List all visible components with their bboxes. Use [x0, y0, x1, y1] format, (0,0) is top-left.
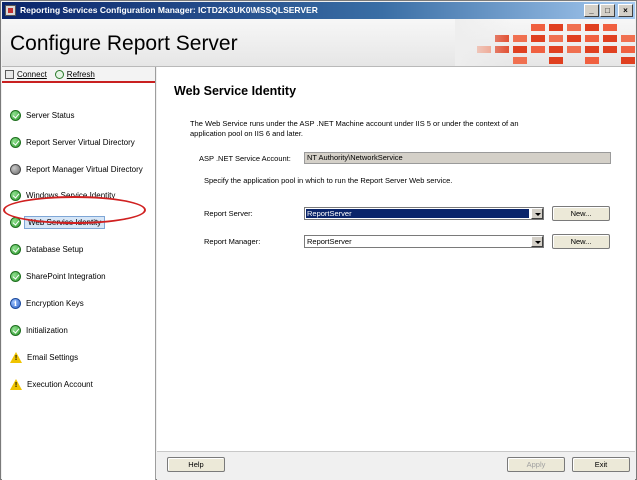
sidebar-item-label: Initialization [26, 325, 68, 335]
sidebar-item-label: SharePoint Integration [26, 271, 106, 281]
sidebar-item-label: Report Server Virtual Directory [26, 137, 135, 147]
footer-bar: Help Apply Exit [157, 451, 635, 480]
connect-icon [5, 69, 14, 79]
chevron-down-icon[interactable] [531, 208, 543, 219]
window-title: Reporting Services Configuration Manager… [20, 5, 318, 15]
highlight-annotation [3, 196, 146, 224]
refresh-icon [54, 69, 64, 79]
status-ok-icon [10, 270, 21, 282]
banner-graphic [455, 19, 635, 66]
status-info-icon [10, 297, 21, 309]
help-button[interactable]: Help [167, 457, 225, 472]
status-ok-icon [10, 324, 21, 336]
sidebar-item-report-server-virtual-directory[interactable]: Report Server Virtual Directory [10, 134, 135, 150]
window-controls: _ □ × [584, 4, 633, 17]
report-server-label: Report Server: [204, 209, 253, 218]
sidebar-item-database-setup[interactable]: Database Setup [10, 241, 83, 257]
connect-label: Connect [17, 69, 47, 79]
report-manager-dropdown[interactable]: ReportServer [304, 235, 544, 248]
sidebar-item-encryption-keys[interactable]: Encryption Keys [10, 295, 84, 311]
minimize-button[interactable]: _ [584, 4, 599, 17]
status-warning-icon [10, 378, 22, 390]
report-manager-label: Report Manager: [204, 237, 261, 246]
sidebar-item-report-manager-virtual-directory[interactable]: Report Manager Virtual Directory [10, 161, 143, 177]
status-not-configured-icon [10, 163, 21, 175]
report-server-value: ReportServer [306, 209, 529, 218]
status-ok-icon [10, 136, 21, 148]
sidebar-item-sharepoint-integration[interactable]: SharePoint Integration [10, 268, 106, 284]
sidebar-item-initialization[interactable]: Initialization [10, 322, 68, 338]
sidebar-item-label: Server Status [26, 110, 75, 120]
connect-button[interactable]: Connect [5, 69, 47, 79]
maximize-button[interactable]: □ [600, 4, 615, 17]
sidebar-item-label: Encryption Keys [26, 298, 84, 308]
report-manager-value: ReportServer [307, 237, 352, 246]
status-ok-icon [10, 109, 21, 121]
apply-button[interactable]: Apply [507, 457, 565, 472]
pool-prompt: Specify the application pool in which to… [204, 176, 453, 185]
page-heading: Web Service Identity [174, 84, 297, 98]
sidebar-toolbar: Connect Refresh [2, 67, 155, 83]
status-warning-icon [10, 351, 22, 363]
sidebar-item-label: Database Setup [26, 244, 84, 254]
sidebar-item-label: Report Manager Virtual Directory [26, 164, 143, 174]
main-panel: Web Service Identity The Web Service run… [157, 67, 635, 451]
sidebar-item-email-settings[interactable]: Email Settings [10, 349, 78, 365]
close-button[interactable]: × [618, 4, 633, 17]
sidebar-item-label: Execution Account [27, 379, 93, 389]
page-title: Configure Report Server [10, 32, 238, 55]
exit-button[interactable]: Exit [572, 457, 630, 472]
service-account-field: NT Authority\NetworkService [304, 152, 611, 164]
app-window: Reporting Services Configuration Manager… [0, 0, 637, 480]
refresh-button[interactable]: Refresh [54, 69, 95, 79]
report-server-new-button[interactable]: New... [552, 206, 610, 221]
report-server-dropdown[interactable]: ReportServer [304, 207, 544, 220]
chevron-down-icon[interactable] [531, 236, 543, 247]
sidebar-item-execution-account[interactable]: Execution Account [10, 376, 93, 392]
report-manager-new-button[interactable]: New... [552, 234, 610, 249]
status-ok-icon [10, 243, 21, 255]
description-text: The Web Service runs under the ASP .NET … [190, 119, 519, 138]
header-banner: Configure Report Server [2, 19, 635, 67]
sidebar-item-label: Email Settings [27, 352, 79, 362]
sidebar-item-server-status[interactable]: Server Status [10, 107, 74, 123]
status-ok-icon [10, 189, 21, 201]
sidebar: Connect Refresh Server Status Report Ser… [2, 67, 156, 480]
app-icon [5, 5, 16, 16]
refresh-label: Refresh [66, 69, 95, 79]
title-bar[interactable]: Reporting Services Configuration Manager… [2, 2, 635, 19]
service-account-label: ASP .NET Service Account: [199, 154, 291, 163]
